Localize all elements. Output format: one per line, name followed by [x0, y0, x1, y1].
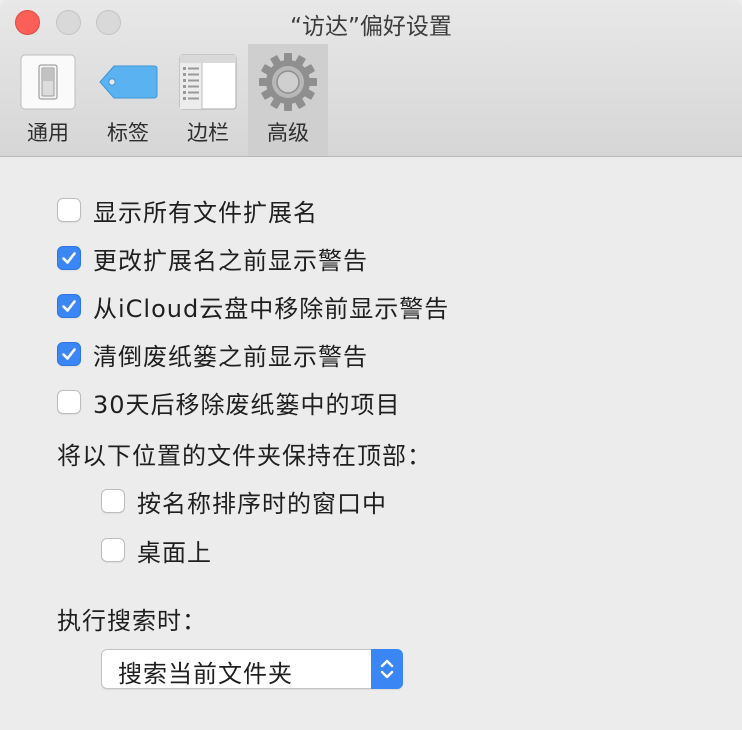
- checkmark-icon: [62, 300, 76, 312]
- checkbox-warn-empty-trash[interactable]: [57, 342, 81, 366]
- window-title: “访达”偏好设置: [290, 14, 452, 40]
- advanced-pane: 显示所有文件扩展名 更改扩展名之前显示警告 从iCloud云盘中移除前显示警告 …: [0, 157, 742, 730]
- tag-icon: [99, 65, 158, 99]
- checkbox-warn-icloud-remove[interactable]: [57, 294, 81, 318]
- tab-tags-label: 标签: [107, 121, 149, 145]
- tab-sidebar-label: 边栏: [187, 121, 229, 145]
- tab-sidebar[interactable]: 边栏: [168, 44, 248, 156]
- checkbox-folders-top-desktop[interactable]: [101, 538, 125, 562]
- gear-icon: [259, 53, 317, 111]
- title-bar: “访达”偏好设置 通用 标签 边栏 高级: [0, 0, 742, 157]
- option-label: 显示所有文件扩展名: [93, 198, 318, 227]
- checkmark-icon: [62, 348, 76, 360]
- checkbox-remove-trash-30-days[interactable]: [57, 390, 81, 414]
- option-label: 清倒废纸篓之前显示警告: [93, 342, 368, 371]
- option-label: 桌面上: [137, 538, 212, 567]
- search-scope-value: 搜索当前文件夹: [118, 660, 293, 688]
- option-label: 从iCloud云盘中移除前显示警告: [93, 294, 450, 323]
- option-warn-change-extension[interactable]: 更改扩展名之前显示警告: [57, 242, 368, 275]
- tab-advanced[interactable]: 高级: [248, 44, 328, 156]
- search-scope-select[interactable]: 搜索当前文件夹: [101, 649, 403, 689]
- option-folders-top-desktop[interactable]: 桌面上: [101, 534, 212, 567]
- search-heading: 执行搜索时：: [57, 607, 207, 635]
- switch-icon: [20, 54, 76, 110]
- folders-top-heading: 将以下位置的文件夹保持在顶部：: [57, 442, 432, 470]
- option-warn-empty-trash[interactable]: 清倒废纸篓之前显示警告: [57, 338, 368, 371]
- tab-tags[interactable]: 标签: [88, 44, 168, 156]
- option-remove-trash-30-days[interactable]: 30天后移除废纸篓中的项目: [57, 386, 401, 419]
- popup-stepper[interactable]: [371, 649, 403, 689]
- checkbox-warn-change-extension[interactable]: [57, 246, 81, 270]
- tab-general-label: 通用: [27, 121, 69, 145]
- checkbox-folders-top-windows[interactable]: [101, 489, 125, 513]
- finder-preferences-window: “访达”偏好设置 通用 标签 边栏 高级 显示所有文件扩展名 更改扩展名之前显示…: [0, 0, 742, 730]
- option-label: 更改扩展名之前显示警告: [93, 246, 368, 275]
- checkmark-icon: [62, 252, 76, 264]
- tab-general[interactable]: 通用: [8, 44, 88, 156]
- tab-advanced-label: 高级: [267, 121, 309, 145]
- option-label: 按名称排序时的窗口中: [137, 489, 387, 518]
- option-show-extensions[interactable]: 显示所有文件扩展名: [57, 194, 318, 227]
- checkbox-show-extensions[interactable]: [57, 198, 81, 222]
- option-warn-icloud-remove[interactable]: 从iCloud云盘中移除前显示警告: [57, 290, 450, 323]
- option-label: 30天后移除废纸篓中的项目: [93, 390, 401, 419]
- sidebar-icon: [179, 54, 237, 110]
- option-folders-top-windows[interactable]: 按名称排序时的窗口中: [101, 485, 387, 518]
- chevron-updown-icon: [380, 659, 394, 679]
